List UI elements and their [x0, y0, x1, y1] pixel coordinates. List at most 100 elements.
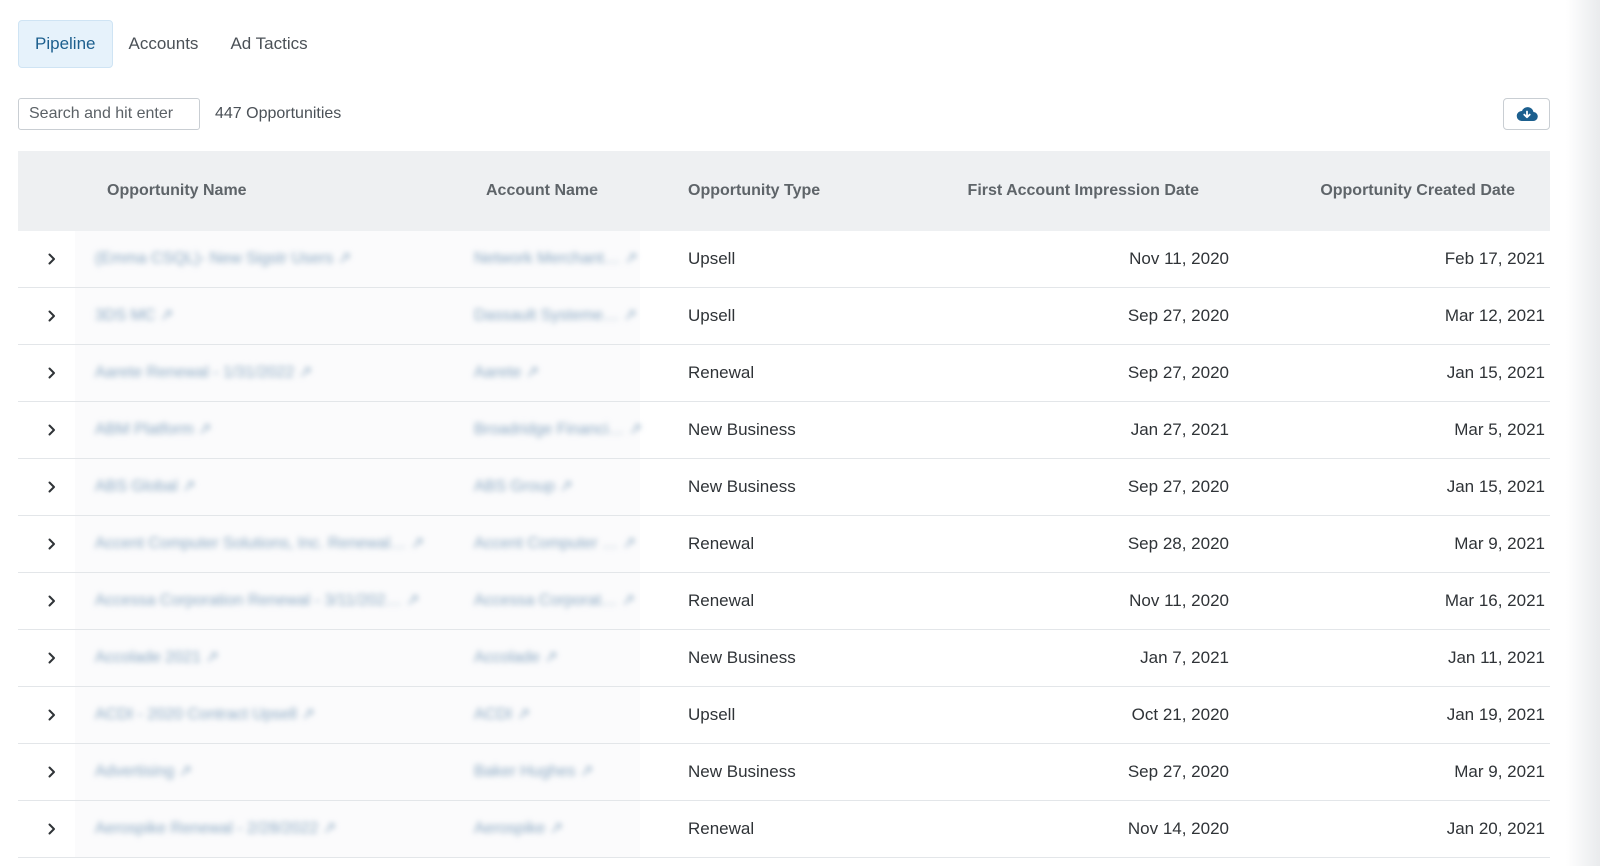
opportunity-type: New Business: [688, 762, 796, 781]
table-row[interactable]: Accessa Corporation Renewal - 3/11/202… …: [18, 573, 1550, 630]
external-link-icon: ↗: [178, 763, 193, 780]
account-name-link[interactable]: Aerospike ↗: [474, 801, 563, 857]
external-link-icon: ↗: [405, 592, 420, 609]
column-header-opportunity-name[interactable]: Opportunity Name: [107, 151, 247, 231]
table-body: (Emma CSQL)- New Sigstr Users ↗ Network …: [18, 231, 1550, 858]
external-link-icon: ↗: [579, 763, 594, 780]
column-header-account-name[interactable]: Account Name: [486, 151, 598, 231]
created-date: Mar 12, 2021: [1444, 306, 1545, 325]
first-impression-date: Sep 27, 2020: [1127, 762, 1229, 781]
first-impression-date: Sep 27, 2020: [1127, 477, 1229, 496]
tab-accounts[interactable]: Accounts: [113, 20, 215, 68]
created-date: Jan 19, 2021: [1446, 705, 1545, 724]
expand-row-button[interactable]: [38, 573, 66, 629]
created-date: Jan 11, 2021: [1447, 648, 1545, 667]
opportunity-name-link[interactable]: Aerospike Renewal - 2/28/2022 ↗: [95, 801, 336, 857]
account-name-link[interactable]: Accolade ↗: [474, 630, 558, 686]
opportunity-type: Renewal: [688, 591, 755, 610]
account-name-link[interactable]: ABS Group ↗: [474, 459, 573, 515]
first-impression-date: Jan 7, 2021: [1140, 648, 1229, 667]
created-date: Mar 9, 2021: [1454, 762, 1545, 781]
chevron-right-icon: [48, 424, 55, 436]
column-header-opportunity-type[interactable]: Opportunity Type: [688, 151, 820, 231]
external-link-icon: ↗: [525, 364, 539, 381]
first-impression-date: Sep 27, 2020: [1127, 306, 1229, 325]
expand-row-button[interactable]: [38, 459, 66, 515]
opportunity-type: Upsell: [688, 249, 736, 268]
opportunity-name-link[interactable]: ACDI - 2020 Contract Upsell ↗: [95, 687, 315, 743]
search-input[interactable]: [18, 98, 200, 130]
opportunity-count: 447 Opportunities: [215, 105, 342, 122]
account-name-link[interactable]: Dassault Systeme… ↗: [474, 288, 637, 344]
opportunity-type: Upsell: [688, 306, 736, 325]
expand-row-button[interactable]: [38, 744, 66, 800]
tab-pipeline[interactable]: Pipeline: [18, 20, 113, 68]
expand-row-button[interactable]: [38, 801, 66, 857]
opportunity-name-link[interactable]: Accent Computer Solutions, Inc. Renewal……: [95, 516, 424, 572]
account-name-link[interactable]: Network Merchant… ↗: [474, 231, 638, 287]
account-name-link[interactable]: ACDI ↗: [474, 687, 530, 743]
account-name-link[interactable]: Broadridge Financi… ↗: [474, 402, 642, 458]
first-impression-date: Sep 27, 2020: [1127, 363, 1229, 382]
download-button[interactable]: [1503, 98, 1550, 130]
expand-row-button[interactable]: [38, 402, 66, 458]
table-row[interactable]: Aerospike Renewal - 2/28/2022 ↗ Aerospik…: [18, 801, 1550, 858]
table-row[interactable]: ACDI - 2020 Contract Upsell ↗ ACDI ↗ Ups…: [18, 687, 1550, 744]
external-link-icon: ↗: [559, 478, 573, 495]
opportunity-type: Renewal: [688, 363, 755, 382]
column-header-first-impression-date[interactable]: First Account Impression Date: [968, 151, 1199, 231]
external-link-icon: ↗: [621, 592, 636, 609]
expand-row-button[interactable]: [38, 516, 66, 572]
table-row[interactable]: ABS Global ↗ ABS Group ↗ New Business Se…: [18, 459, 1550, 516]
expand-row-button[interactable]: [38, 288, 66, 344]
first-impression-date: Sep 28, 2020: [1127, 534, 1229, 553]
toolbar: 447 Opportunities: [18, 98, 1550, 130]
external-link-icon: ↗: [337, 250, 352, 267]
chevron-right-icon: [48, 310, 55, 322]
opportunity-name-link[interactable]: Advertising ↗: [95, 744, 192, 800]
chevron-right-icon: [48, 367, 55, 379]
table-row[interactable]: 3DS MC ↗ Dassault Systeme… ↗ Upsell Sep …: [18, 288, 1550, 345]
chevron-right-icon: [48, 481, 55, 493]
opportunity-type: New Business: [688, 648, 796, 667]
opportunity-type: New Business: [688, 420, 796, 439]
expand-row-button[interactable]: [38, 687, 66, 743]
tab-bar: Pipeline Accounts Ad Tactics: [18, 20, 324, 68]
chevron-right-icon: [48, 823, 55, 835]
external-link-icon: ↗: [628, 421, 643, 438]
external-link-icon: ↗: [159, 307, 174, 324]
opportunity-name-link[interactable]: ABS Global ↗: [95, 459, 196, 515]
opportunity-name-link[interactable]: Aarete Renewal - 1/31/2022 ↗: [95, 345, 312, 401]
opportunity-name-link[interactable]: (Emma CSQL)- New Sigstr Users ↗: [95, 231, 351, 287]
external-link-icon: ↗: [516, 706, 531, 723]
cloud-download-icon: [1516, 107, 1538, 122]
account-name-link[interactable]: Accessa Corporat… ↗: [474, 573, 635, 629]
expand-row-button[interactable]: [38, 630, 66, 686]
opportunity-name-link[interactable]: ABM Platform ↗: [95, 402, 212, 458]
expand-row-button[interactable]: [38, 231, 66, 287]
expand-row-button[interactable]: [38, 345, 66, 401]
account-name-link[interactable]: Baker Hughes ↗: [474, 744, 593, 800]
opportunity-name-link[interactable]: 3DS MC ↗: [95, 288, 173, 344]
opportunity-name-link[interactable]: Accolade 2021 ↗: [95, 630, 219, 686]
table-row[interactable]: ABM Platform ↗ Broadridge Financi… ↗ New…: [18, 402, 1550, 459]
table-row[interactable]: (Emma CSQL)- New Sigstr Users ↗ Network …: [18, 231, 1550, 288]
table-row[interactable]: Aarete Renewal - 1/31/2022 ↗ Aarete ↗ Re…: [18, 345, 1550, 402]
created-date: Mar 9, 2021: [1454, 534, 1545, 553]
scroll-shadow: [1566, 0, 1600, 866]
column-header-created-date[interactable]: Opportunity Created Date: [1320, 151, 1515, 231]
external-link-icon: ↗: [298, 364, 313, 381]
tab-ad-tactics[interactable]: Ad Tactics: [214, 20, 323, 68]
account-name-link[interactable]: Accent Computer … ↗: [474, 516, 636, 572]
opportunity-name-link[interactable]: Accessa Corporation Renewal - 3/11/202… …: [95, 573, 419, 629]
chevron-right-icon: [48, 595, 55, 607]
first-impression-date: Jan 27, 2021: [1130, 420, 1229, 439]
external-link-icon: ↗: [549, 820, 564, 837]
table-row[interactable]: Accent Computer Solutions, Inc. Renewal……: [18, 516, 1550, 573]
table-row[interactable]: Advertising ↗ Baker Hughes ↗ New Busines…: [18, 744, 1550, 801]
first-impression-date: Nov 11, 2020: [1129, 249, 1229, 268]
chevron-right-icon: [48, 709, 55, 721]
table-row[interactable]: Accolade 2021 ↗ Accolade ↗ New Business …: [18, 630, 1550, 687]
account-name-link[interactable]: Aarete ↗: [474, 345, 539, 401]
opportunity-type: Upsell: [688, 705, 736, 724]
